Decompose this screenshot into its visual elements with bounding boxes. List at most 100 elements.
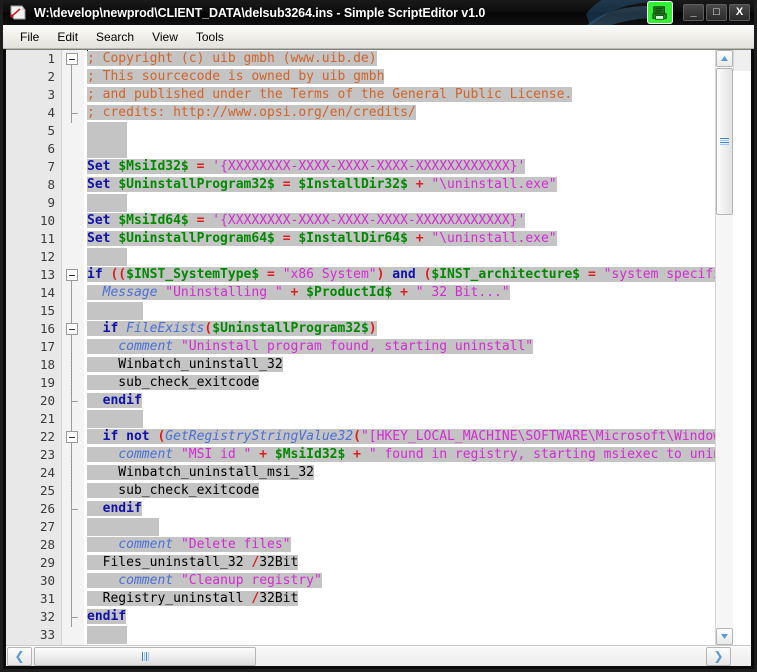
code-line[interactable]: if not (GetRegistryStringValue32("[HKEY_… [85,428,715,446]
code-line[interactable]: sub_check_exitcode [85,482,715,500]
code-line[interactable]: comment "Cleanup registry" [85,572,715,590]
title-bar[interactable]: W:\develop\newprod\CLIENT_DATA\delsub326… [3,0,754,25]
chevron-left-icon: ❮ [14,649,25,663]
close-button[interactable]: X [729,4,750,21]
code-line[interactable]: Set $MsiId64$ = '{XXXXXXXX-XXXX-XXXX-XXX… [85,212,715,230]
code-token: = [267,267,275,282]
code-line[interactable]: sub_check_exitcode [85,374,715,392]
line-highlight [87,194,128,212]
code-pane[interactable]: 1 2 3 4 5 6 7 8 9 10 11 12 13 14 15 16 17 18 19 20 21 22 23 24 2… [6,50,715,645]
code-token: $ProductId$ [306,285,393,300]
scroll-left-button[interactable]: ❮ [7,646,32,666]
line-number: 1 [47,51,55,66]
scroll-up-button[interactable] [716,50,733,67]
code-line[interactable]: if FileExists($UninstallProgram32$) [85,320,715,338]
menu-item-search[interactable]: Search [87,28,143,46]
code-token: + [400,285,408,300]
code-token: + [259,447,268,462]
code-line[interactable] [85,122,715,140]
code-line[interactable]: endif [85,500,715,518]
scroll-down-button[interactable] [716,628,733,645]
code-line[interactable]: Registry_uninstall /32Bit [85,590,715,608]
title-bar-controls: _ □ X [647,0,750,25]
line-number: 26 [39,501,55,516]
code-line[interactable]: Set $UninstallProgram32$ = $InstallDir32… [85,176,715,194]
code-line[interactable]: ; credits: http://www.opsi.org/en/credit… [85,104,715,122]
line-highlight [87,518,160,536]
horizontal-scrollbar[interactable]: ❮ ❯ [6,645,751,666]
code-line[interactable]: ; Copyright (c) uib gmbh (www.uib.de) [85,50,715,68]
line-content: comment "MSI id " + $MsiId32$ + " found … [87,447,715,462]
line-number: 3 [47,87,55,102]
line-number: 4 [47,105,55,120]
code-line[interactable]: endif [85,608,715,626]
menu-item-view[interactable]: View [143,28,187,46]
vertical-scrollbar[interactable] [715,50,733,645]
code-token: comment [118,537,174,552]
code-line[interactable]: endif [85,392,715,410]
code-folding-gutter[interactable] [62,50,85,645]
line-number: 7 [47,159,55,174]
line-number: 19 [39,375,55,390]
fold-toggle-icon[interactable] [66,323,78,335]
code-token: "Delete files" [180,537,291,552]
code-line[interactable]: Files_uninstall_32 /32Bit [85,554,715,572]
horizontal-scrollbar-thumb[interactable] [34,647,256,666]
line-content: ; This sourcecode is owned by uib gmbh [87,69,385,84]
code-token: GetRegistryStringValue32 [165,429,354,444]
scroll-right-button[interactable]: ❯ [706,646,731,666]
code-line[interactable] [85,248,715,266]
line-content: Set $UninstallProgram32$ = $InstallDir32… [87,177,557,192]
line-number: 21 [39,411,55,426]
code-line[interactable]: Set $UninstallProgram64$ = $InstallDir64… [85,230,715,248]
line-number: 5 [47,123,55,138]
minimize-button[interactable]: _ [683,4,704,21]
menu-item-file[interactable]: File [11,28,48,46]
code-line[interactable]: comment "MSI id " + $MsiId32$ + " found … [85,446,715,464]
code-line[interactable] [85,626,715,644]
fold-end-marker [71,401,78,402]
editor-area: 1 2 3 4 5 6 7 8 9 10 11 12 13 14 15 16 17 18 19 20 21 22 23 24 2… [6,49,751,666]
code-token: " found in registry, starting msiexec to… [368,447,715,462]
line-number: 18 [39,357,55,372]
code-line[interactable]: if (($INST_SystemType$ = "x86 System") a… [85,266,715,284]
code-line[interactable]: comment "Delete files" [85,536,715,554]
code-line[interactable] [85,518,715,536]
code-token: Set [87,231,119,246]
code-line[interactable] [85,194,715,212]
code-line[interactable]: Set $MsiId32$ = '{XXXXXXXX-XXXX-XXXX-XXX… [85,158,715,176]
line-number: 32 [39,609,55,624]
code-token: Set [87,177,119,192]
code-line[interactable]: comment "Uninstall program found, starti… [85,338,715,356]
maximize-button[interactable]: □ [706,4,727,21]
code-token: endif [87,609,127,624]
code-line[interactable]: Winbatch_uninstall_msi_32 [85,464,715,482]
code-line[interactable] [85,302,715,320]
code-token: ; This sourcecode is owned by uib gmbh [87,69,385,84]
script-editor-window: W:\develop\newprod\CLIENT_DATA\delsub326… [0,0,757,672]
vertical-scrollbar-thumb[interactable] [716,68,733,215]
code-line[interactable] [85,410,715,428]
fold-toggle-icon[interactable] [66,431,78,443]
code-token: "[HKEY_LOCAL_MACHINE\SOFTWARE\Microsoft\… [360,429,715,444]
code-line[interactable]: Winbatch_uninstall_32 [85,356,715,374]
line-content: if FileExists($UninstallProgram32$) [87,321,377,336]
code-token: if not [102,429,150,444]
menu-item-edit[interactable]: Edit [48,28,87,46]
menu-bar: File Edit Search View Tools [3,25,754,49]
code-line[interactable]: ; and published under the Terms of the G… [85,86,715,104]
code-line[interactable]: Message "Uninstalling " + $ProductId$ + … [85,284,715,302]
code-token: if [102,321,119,336]
code-token: = [587,267,596,282]
fold-toggle-icon[interactable] [66,53,78,65]
code-line[interactable] [85,140,715,158]
green-script-icon[interactable] [647,1,673,24]
code-line[interactable]: ; This sourcecode is owned by uib gmbh [85,68,715,86]
menu-item-tools[interactable]: Tools [187,28,233,46]
code-text[interactable]: ; Copyright (c) uib gmbh (www.uib.de) ; T… [85,50,715,645]
fold-toggle-icon[interactable] [66,269,78,281]
